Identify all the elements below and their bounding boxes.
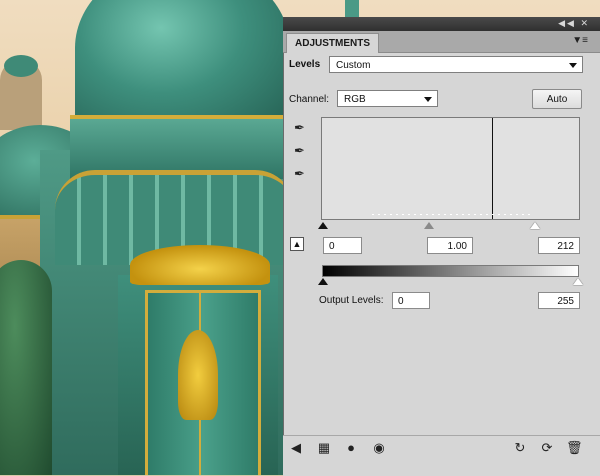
channel-dropdown[interactable]: RGB xyxy=(337,90,438,107)
white-eyedropper-icon[interactable]: ✒ xyxy=(294,166,305,182)
auto-button[interactable]: Auto xyxy=(532,89,582,109)
output-gradient-bar xyxy=(322,265,579,277)
trash-icon[interactable]: 🗑 xyxy=(566,440,583,456)
preset-dropdown[interactable]: Custom xyxy=(329,56,583,73)
input-white-field[interactable]: 212 xyxy=(538,237,580,254)
panel-tab-row: ADJUSTMENTS ▼≡ xyxy=(283,31,600,53)
input-black-field[interactable]: 0 xyxy=(323,237,362,254)
input-black-slider[interactable] xyxy=(318,222,328,229)
chevron-down-icon xyxy=(569,63,577,68)
input-gamma-slider[interactable] xyxy=(424,222,434,229)
gray-eyedropper-icon[interactable]: ✒ xyxy=(294,143,305,159)
clipping-warning-icon[interactable]: ▲ xyxy=(290,237,304,251)
histogram xyxy=(321,117,580,220)
histogram-peak xyxy=(492,118,493,219)
output-levels-label: Output Levels: xyxy=(319,295,384,306)
visibility-eye-icon[interactable]: ◉ xyxy=(371,440,387,456)
output-black-field[interactable]: 0 xyxy=(392,292,430,309)
topiary-tree xyxy=(0,260,52,475)
input-gamma-field[interactable]: 1.00 xyxy=(427,237,473,254)
input-white-slider[interactable] xyxy=(530,222,540,229)
black-eyedropper-icon[interactable]: ✒ xyxy=(294,120,305,136)
expand-view-icon[interactable]: ▦ xyxy=(316,440,332,456)
channel-label: Channel: xyxy=(289,94,330,105)
panel-menu-icon[interactable]: ▼≡ xyxy=(572,35,588,46)
levels-title: Levels xyxy=(289,59,321,70)
output-black-slider[interactable] xyxy=(318,278,328,285)
left-tower-cap xyxy=(4,55,38,77)
collapse-icon[interactable]: ◀◀ ✕ xyxy=(558,18,590,29)
preset-value: Custom xyxy=(336,60,371,71)
clip-layer-icon[interactable]: ● xyxy=(343,440,359,456)
chevron-down-icon xyxy=(424,97,432,102)
reset-icon[interactable]: ⟳ xyxy=(539,440,555,456)
panel-titlebar: ◀◀ ✕ xyxy=(283,17,600,31)
output-white-field[interactable]: 255 xyxy=(538,292,580,309)
tab-adjustments[interactable]: ADJUSTMENTS xyxy=(286,33,380,53)
view-previous-icon[interactable]: ↻ xyxy=(512,440,528,456)
back-arrow-icon[interactable]: ◀ xyxy=(288,440,304,456)
histogram-data xyxy=(372,214,532,215)
output-white-slider[interactable] xyxy=(573,278,583,285)
gold-crown-ornament xyxy=(130,245,270,285)
gold-door-ornament xyxy=(178,330,218,420)
channel-value: RGB xyxy=(344,94,366,105)
